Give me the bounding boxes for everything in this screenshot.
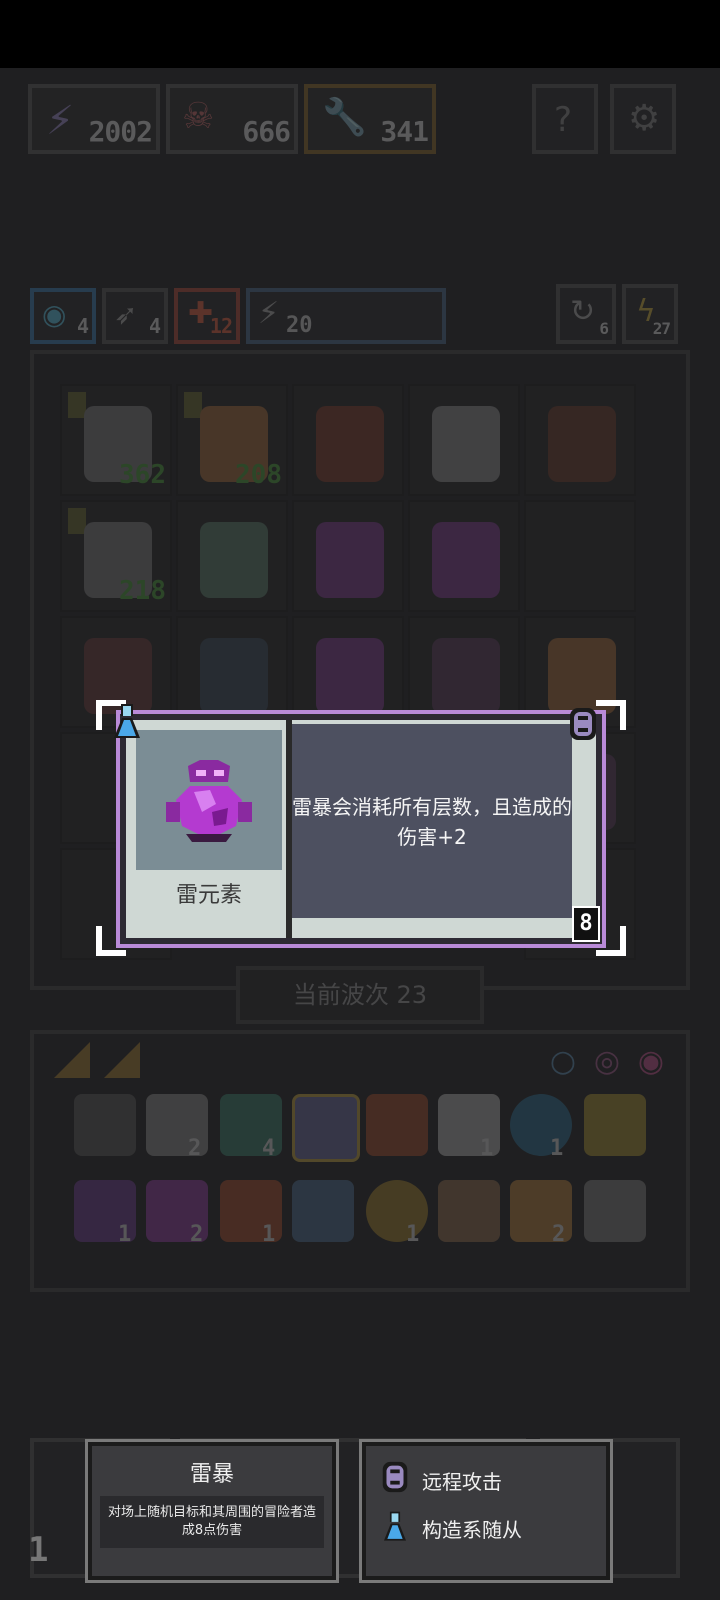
wave-indicator: 当前波次 23 — [236, 966, 484, 1024]
grid-cell[interactable] — [176, 500, 288, 612]
skill-description: 对场上随机目标和其周围的冒险者造成8点伤害 — [100, 1496, 324, 1548]
unit-portrait — [136, 730, 282, 870]
ring-icon: ○ — [549, 1044, 576, 1079]
trait-label: 远程攻击 — [422, 1470, 502, 1494]
unit-hp: 218 — [119, 576, 166, 606]
trait-label: 构造系随从 — [422, 1518, 522, 1542]
skill-title: 雷暴 — [189, 1462, 234, 1487]
grid-cell[interactable] — [292, 384, 404, 496]
inventory-item[interactable] — [366, 1094, 428, 1156]
buff-shield: ◉ 4 — [30, 288, 96, 344]
grid-cell[interactable] — [408, 384, 520, 496]
unit-sprite — [432, 522, 500, 598]
grid-cell[interactable]: 208 — [176, 384, 288, 496]
card-popup[interactable]: 雷元素 雷暴会消耗所有层数，且造成的伤害+2 8 — [96, 700, 626, 968]
inventory-item[interactable] — [438, 1180, 500, 1242]
ring-icon: ◎ — [593, 1044, 620, 1079]
unit-hp: 208 — [235, 460, 282, 490]
shield-icon: ◉ — [42, 298, 67, 331]
buff-energy: ⚡ 20 — [246, 288, 446, 344]
skill-tooltip: 雷暴 对场上随机目标和其周围的冒险者造成8点伤害 — [85, 1439, 339, 1583]
corner-number: 1 — [28, 1530, 49, 1570]
settings-button[interactable]: ⚙ — [610, 84, 676, 154]
inventory-item[interactable] — [584, 1094, 646, 1156]
ranged-bow-icon — [382, 1461, 408, 1493]
question-icon: ? — [554, 100, 573, 140]
bow-icon: ➶ — [114, 298, 138, 331]
flask-icon — [114, 704, 140, 738]
bolt-counter[interactable]: ϟ 27 — [622, 284, 678, 344]
unit-hp: 362 — [119, 460, 166, 490]
inventory-item[interactable] — [292, 1094, 360, 1162]
ranged-bow-icon — [570, 708, 596, 740]
grid-cell[interactable]: 362 — [60, 384, 172, 496]
unit-sprite — [548, 406, 616, 482]
thunder-elemental-icon — [166, 760, 252, 842]
inventory-item[interactable] — [74, 1094, 136, 1156]
flask-icon — [383, 1511, 407, 1541]
buff-attack: ✚ 12 — [174, 288, 240, 344]
grid-cell[interactable] — [524, 500, 636, 612]
unit-sprite — [316, 406, 384, 482]
gear-icon: ⚙ — [628, 98, 661, 139]
resource-souls: ☠ 666 — [166, 84, 298, 154]
refresh-icon: ↻ — [570, 294, 596, 329]
resource-parts: 🔧 341 — [304, 84, 436, 154]
help-button[interactable]: ? — [532, 84, 598, 154]
unit-sprite — [432, 406, 500, 482]
traits-tooltip: 远程攻击 构造系随从 — [359, 1439, 613, 1583]
unit-description: 雷暴会消耗所有层数，且造成的伤害+2 — [292, 795, 572, 849]
grid-cell[interactable]: 218 — [60, 500, 172, 612]
grid-cell[interactable] — [524, 384, 636, 496]
inventory-item[interactable] — [292, 1180, 354, 1242]
cost-badge: 8 — [572, 906, 600, 942]
resource-energy: ⚡ 2002 — [28, 84, 160, 154]
refresh-counter[interactable]: ↻ 6 — [556, 284, 616, 344]
status-bar — [0, 0, 720, 68]
unit-sprite — [200, 522, 268, 598]
lightning-icon: ⚡ — [258, 296, 280, 331]
unit-name: 雷元素 — [175, 883, 242, 908]
tab-icon — [104, 1042, 140, 1078]
inventory-item[interactable] — [584, 1180, 646, 1242]
grid-cell[interactable] — [408, 500, 520, 612]
inventory-panel: ○ ◎ ◉ 2 4 1 1 1 2 1 1 2 — [30, 1030, 690, 1292]
grid-cell[interactable] — [292, 500, 404, 612]
wrench-icon: 🔧 — [322, 97, 367, 138]
ring-icon: ◉ — [637, 1044, 664, 1079]
unit-sprite — [316, 522, 384, 598]
skull-pile-icon: ☠ — [182, 96, 215, 137]
tab-icon — [54, 1042, 90, 1078]
lightning-icon: ⚡ — [46, 98, 75, 144]
buff-bow: ➶ 4 — [102, 288, 168, 344]
